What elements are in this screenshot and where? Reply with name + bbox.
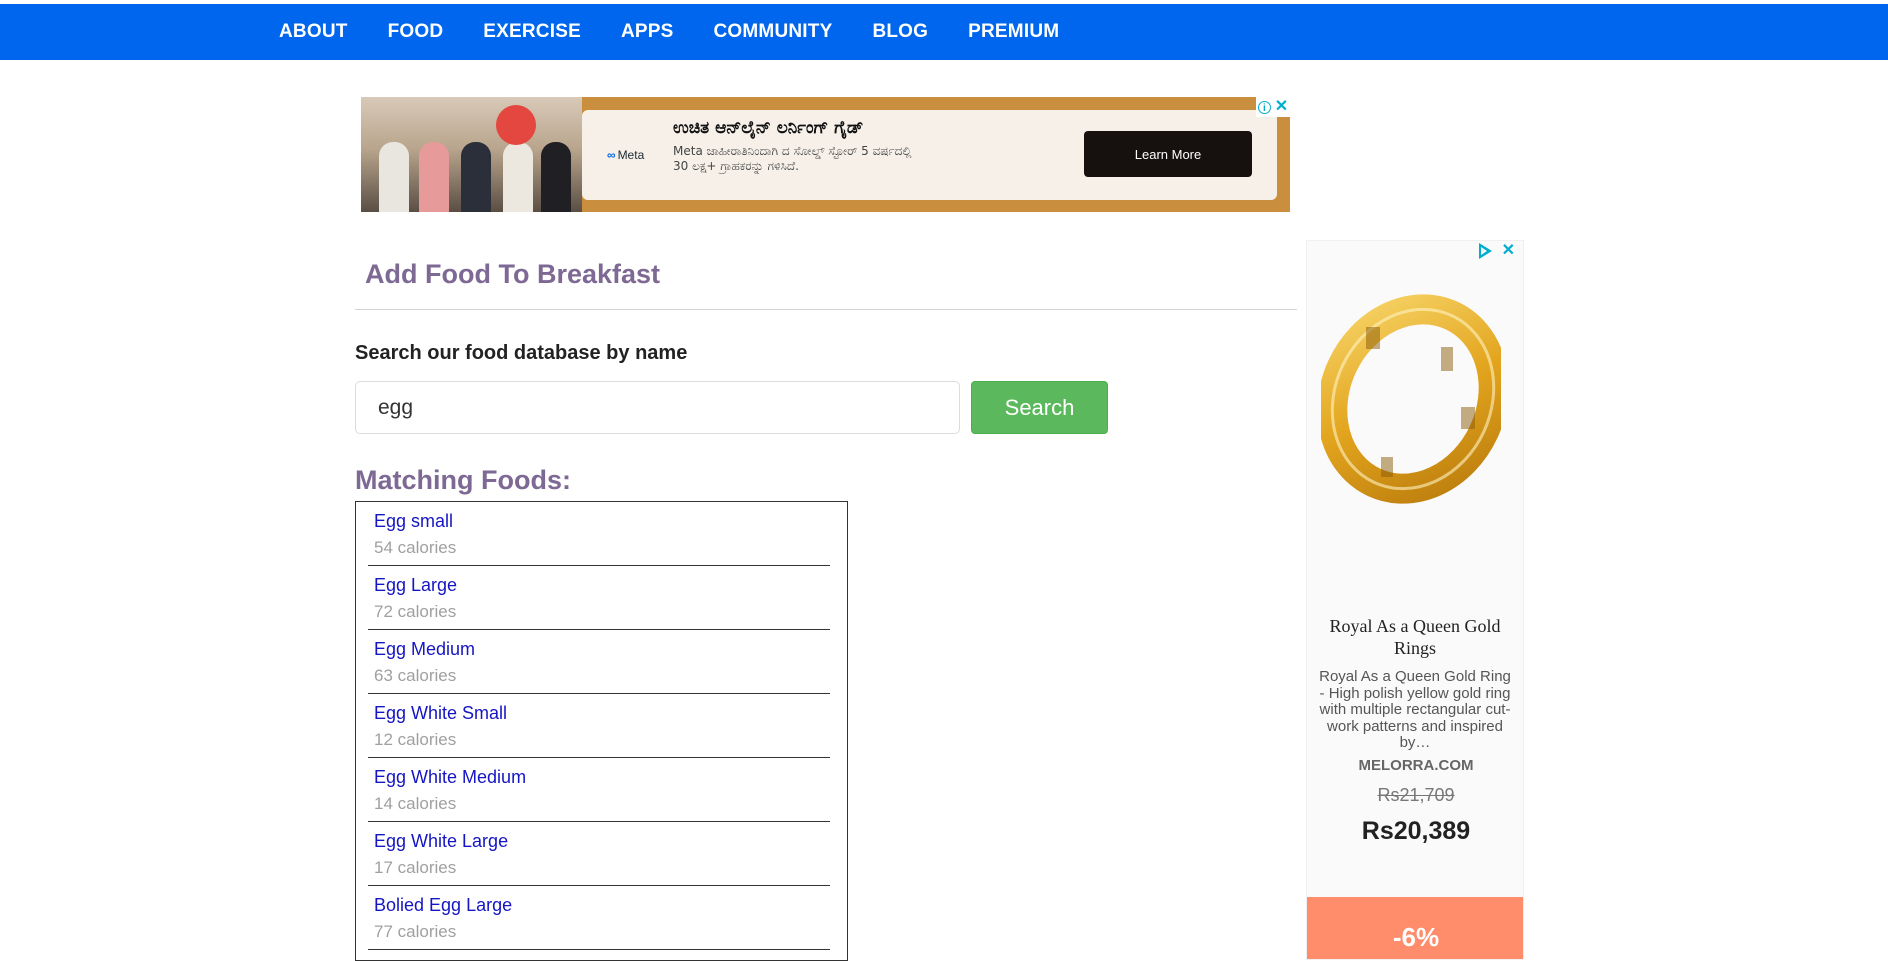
nav-item-community[interactable]: COMMUNITY	[713, 4, 832, 60]
nav-item-blog[interactable]: BLOG	[872, 4, 928, 60]
nav-item-apps[interactable]: APPS	[621, 4, 674, 60]
nav-item-exercise[interactable]: EXERCISE	[483, 4, 581, 60]
matching-foods-list: Egg small 54 calories Egg Large 72 calor…	[355, 501, 848, 961]
adchoices-icon[interactable]	[1478, 243, 1492, 259]
food-calories: 12 calories	[374, 730, 457, 749]
product-description: Royal As a Queen Gold Ring - High polish…	[1319, 668, 1511, 751]
search-button[interactable]: Search	[971, 381, 1108, 434]
food-name-link[interactable]: Egg small	[374, 511, 453, 532]
ad-card: ∞ Meta ಉಚಿತ ಆನ್‌ಲೈನ್ ಲರ್ನಿಂಗ್ ಗೈಡ್ Meta ಜ…	[582, 110, 1277, 200]
food-search-input[interactable]	[355, 381, 960, 434]
close-icon[interactable]: ✕	[1275, 99, 1288, 115]
food-name-link[interactable]: Egg White Large	[374, 831, 508, 852]
search-label: Search our food database by name	[355, 342, 688, 364]
food-calories: 54 calories	[374, 538, 457, 557]
original-price: Rs21,709	[1377, 785, 1455, 805]
food-name-link[interactable]: Egg White Small	[374, 703, 507, 724]
sale-price: Rs20,389	[1361, 817, 1471, 845]
ad-photo	[361, 97, 582, 212]
ad-brand: Meta	[617, 148, 645, 162]
food-calories: 14 calories	[374, 794, 457, 813]
ad-body: Meta ಜಾಹೀರಾತಿನಿಂದಾಗಿ ದ ಸೋಲ್ಡ್ ಸ್ಟೋರ್ 5 ವ…	[673, 144, 912, 173]
ad-photo-person	[379, 142, 409, 212]
food-result-item[interactable]: Egg White Medium 14 calories	[368, 758, 830, 822]
matching-foods-heading: Matching Foods:	[355, 465, 571, 495]
food-name-link[interactable]: Egg Medium	[374, 639, 475, 660]
product-title[interactable]: Royal As a Queen Gold Rings	[1315, 615, 1515, 659]
food-result-item[interactable]: Egg small 54 calories	[368, 502, 830, 566]
ad-photo-person	[503, 142, 533, 212]
discount-badge[interactable]: -6%	[1307, 897, 1523, 959]
close-icon[interactable]: ✕	[1502, 243, 1515, 259]
food-result-item[interactable]: Egg White Small 12 calories	[368, 694, 830, 758]
food-result-item[interactable]: Bolied Egg Large 77 calories	[368, 886, 830, 950]
store-sign-logo	[496, 105, 536, 145]
food-calories: 63 calories	[374, 666, 457, 685]
ad-info-icon[interactable]: i	[1257, 100, 1271, 114]
top-navigation: ABOUT FOOD EXERCISE APPS COMMUNITY BLOG …	[0, 4, 1888, 60]
food-result-item[interactable]: Egg Large 72 calories	[368, 566, 830, 630]
ad-photo-person	[461, 142, 491, 212]
nav-item-food[interactable]: FOOD	[388, 4, 444, 60]
ad-photo-person	[419, 142, 449, 212]
nav-item-about[interactable]: ABOUT	[279, 4, 348, 60]
page-title: Add Food To Breakfast	[365, 259, 661, 289]
banner-advertisement[interactable]: ∞ Meta ಉಚಿತ ಆನ್‌ಲೈನ್ ಲರ್ನಿಂಗ್ ಗೈಡ್ Meta ಜ…	[361, 97, 1290, 212]
food-name-link[interactable]: Bolied Egg Large	[374, 895, 512, 916]
food-result-item[interactable]: Egg White Large 17 calories	[368, 822, 830, 886]
nav-item-premium[interactable]: PREMIUM	[968, 4, 1059, 60]
ad-choices[interactable]: ✕	[1478, 243, 1515, 259]
ad-photo-person	[541, 142, 571, 212]
nav-menu: ABOUT FOOD EXERCISE APPS COMMUNITY BLOG …	[279, 4, 1099, 60]
ad-choices[interactable]: i ✕	[1256, 97, 1290, 117]
meta-infinity-icon: ∞	[607, 148, 616, 162]
food-calories: 17 calories	[374, 858, 457, 877]
meta-logo: ∞ Meta	[607, 148, 644, 162]
food-calories: 72 calories	[374, 602, 457, 621]
divider	[355, 309, 1297, 310]
food-name-link[interactable]: Egg Large	[374, 575, 457, 596]
food-name-link[interactable]: Egg White Medium	[374, 767, 526, 788]
learn-more-button[interactable]: Learn More	[1084, 131, 1252, 177]
food-calories: 77 calories	[374, 922, 457, 941]
gold-ring-image	[1321, 294, 1501, 504]
food-result-item[interactable]: Egg Medium 63 calories	[368, 630, 830, 694]
advertiser-site: MELORRA.COM	[1358, 757, 1474, 774]
side-advertisement[interactable]: ✕ Royal As a Queen Gold Rings Royal As a…	[1306, 240, 1524, 960]
ad-headline: ಉಚಿತ ಆನ್‌ಲೈನ್ ಲರ್ನಿಂಗ್ ಗೈಡ್	[673, 118, 864, 138]
